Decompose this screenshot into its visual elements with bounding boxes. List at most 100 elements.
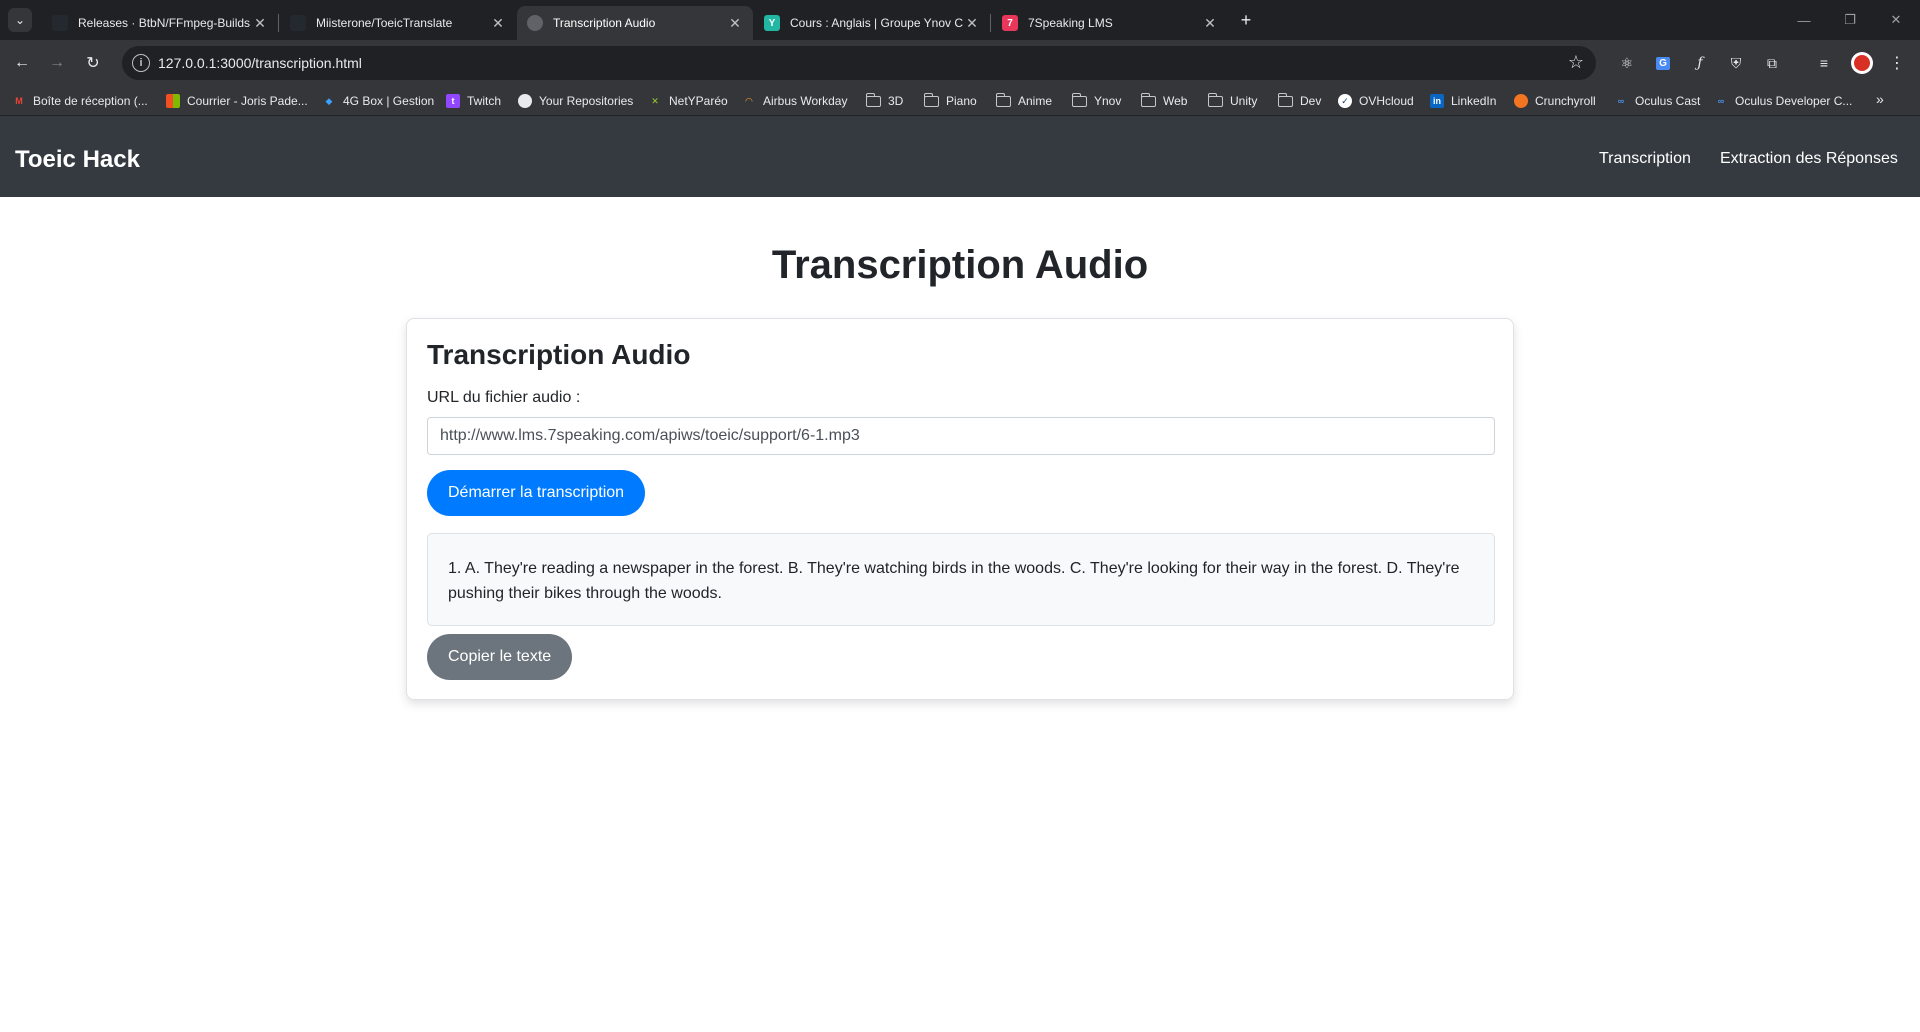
restore-icon[interactable]: ❐	[1836, 8, 1864, 32]
site-brand[interactable]: Toeic Hack	[15, 146, 140, 174]
media-queue-icon[interactable]: ≡	[1813, 52, 1835, 74]
bookmark-oculus-developer[interactable]: ∞ Oculus Developer C...	[1714, 92, 1853, 110]
bookmark-folder-ynov[interactable]: Ynov	[1071, 92, 1121, 110]
globe-icon	[527, 15, 543, 31]
bookmark-label: Piano	[946, 94, 977, 108]
tab-toeictranslate[interactable]: Miisterone/ToeicTranslate ✕	[280, 6, 516, 40]
github-icon	[518, 94, 532, 108]
folder-icon	[1207, 92, 1223, 107]
new-tab-button[interactable]: +	[1234, 8, 1258, 32]
bookmark-netypareo[interactable]: ✕ NetYParéo	[648, 92, 728, 110]
folder-icon	[995, 92, 1011, 107]
bookmark-label: Dev	[1300, 94, 1322, 108]
bookmark-oculus-cast[interactable]: ∞ Oculus Cast	[1614, 92, 1701, 110]
bookmark-folder-anime[interactable]: Anime	[995, 92, 1052, 110]
7speaking-icon: 7	[1002, 15, 1018, 31]
meta-icon: ∞	[1717, 96, 1725, 106]
bookmark-label: LinkedIn	[1451, 94, 1497, 108]
tab-7speaking[interactable]: 7 7Speaking LMS ✕	[992, 6, 1228, 40]
formula-icon[interactable]: ƒ	[1689, 52, 1711, 74]
nav-link-extraction-reponses[interactable]: Extraction des Réponses	[1720, 150, 1898, 168]
browser-tabstrip: ⌄ Releases · BtbN/FFmpeg-Builds ✕ Miiste…	[0, 0, 1920, 40]
bookmark-star-icon[interactable]: ☆	[1568, 52, 1584, 73]
audio-url-label: URL du fichier audio :	[427, 389, 581, 406]
bookmark-folder-unity[interactable]: Unity	[1207, 92, 1258, 110]
bookmark-label: Airbus Workday	[763, 94, 848, 108]
folder-icon	[865, 92, 881, 107]
address-bar[interactable]: i 127.0.0.1:3000/transcription.html ☆	[122, 46, 1596, 80]
bookmark-folder-piano[interactable]: Piano	[923, 92, 977, 110]
bookmark-twitch[interactable]: t Twitch	[446, 92, 501, 110]
reload-icon[interactable]: ↻	[80, 50, 106, 76]
bookmark-outlook[interactable]: Courrier - Joris Pade...	[166, 92, 308, 110]
bookmark-linkedin[interactable]: in LinkedIn	[1430, 92, 1496, 110]
back-icon[interactable]: ←	[9, 50, 35, 76]
bookmark-label: NetYParéo	[669, 94, 728, 108]
bookmark-label: Boîte de réception (...	[33, 94, 148, 108]
tab-cours-anglais[interactable]: Y Cours : Anglais | Groupe Ynov C ✕	[754, 6, 990, 40]
tab-close-icon[interactable]: ✕	[1202, 15, 1218, 32]
bookmark-crunchyroll[interactable]: Crunchyroll	[1514, 92, 1596, 110]
bookmark-label: Unity	[1230, 94, 1258, 108]
tab-separator	[990, 14, 991, 32]
workday-icon: ◠	[745, 95, 753, 106]
minimize-icon[interactable]: —	[1790, 8, 1818, 32]
tab-ffmpeg-builds[interactable]: Releases · BtbN/FFmpeg-Builds ✕	[42, 6, 278, 40]
tab-title: Miisterone/ToeicTranslate	[316, 16, 453, 30]
tab-title: Transcription Audio	[553, 16, 656, 30]
extensions-puzzle-icon[interactable]: ⧉	[1761, 52, 1783, 74]
shield-icon[interactable]: ⛨	[1725, 52, 1747, 74]
bookmarks-bar: M Boîte de réception (... Courrier - Jor…	[0, 86, 1920, 116]
tab-title: 7Speaking LMS	[1028, 16, 1113, 30]
bookmark-label: Your Repositories	[539, 94, 634, 108]
bookmark-gmail[interactable]: M Boîte de réception (...	[12, 92, 148, 110]
copy-text-button[interactable]: Copier le texte	[427, 634, 573, 680]
forward-icon[interactable]: →	[44, 50, 70, 76]
nav-link-transcription[interactable]: Transcription	[1599, 150, 1691, 168]
gmail-icon: M	[15, 96, 23, 106]
bookmark-label: Oculus Cast	[1635, 94, 1701, 108]
bookmark-label: Oculus Developer C...	[1735, 94, 1853, 108]
twitch-icon: t	[446, 94, 460, 108]
bookmark-label: Web	[1163, 94, 1188, 108]
bookmark-label: Courrier - Joris Pade...	[187, 94, 308, 108]
bookmark-airbus-workday[interactable]: ◠ Airbus Workday	[742, 92, 848, 110]
bookmarks-overflow-icon[interactable]: »	[1876, 91, 1884, 107]
github-icon	[52, 15, 68, 31]
tab-close-icon[interactable]: ✕	[252, 15, 268, 32]
profile-avatar[interactable]	[1851, 52, 1873, 74]
translate-icon[interactable]: G	[1652, 52, 1674, 74]
address-url[interactable]: 127.0.0.1:3000/transcription.html	[158, 55, 362, 71]
tab-search-button[interactable]: ⌄	[8, 8, 32, 32]
tab-title: Cours : Anglais | Groupe Ynov C	[790, 16, 963, 30]
bookmark-repositories[interactable]: Your Repositories	[518, 92, 633, 110]
start-transcription-button[interactable]: Démarrer la transcription	[427, 470, 646, 516]
react-devtools-icon[interactable]: ⚛	[1616, 52, 1638, 74]
linkedin-icon: in	[1430, 94, 1444, 108]
bookmark-folder-web[interactable]: Web	[1140, 92, 1188, 110]
netypareo-icon: ✕	[651, 95, 659, 106]
tab-transcription-audio[interactable]: Transcription Audio ✕	[517, 6, 753, 40]
bookmark-label: Crunchyroll	[1535, 94, 1596, 108]
bookmark-label: 3D	[888, 94, 904, 108]
bookmark-ovhcloud[interactable]: ✓ OVHcloud	[1338, 92, 1414, 110]
bookmark-label: Twitch	[467, 94, 502, 108]
tab-close-icon[interactable]: ✕	[727, 15, 743, 32]
crunchyroll-icon	[1514, 94, 1528, 108]
window-close-icon[interactable]: ✕	[1882, 8, 1910, 32]
audio-url-input[interactable]	[427, 417, 1495, 455]
tab-close-icon[interactable]: ✕	[490, 15, 506, 32]
card-title: Transcription Audio	[427, 339, 691, 370]
folder-icon	[1140, 92, 1156, 107]
more-menu-icon[interactable]: ⋮	[1887, 51, 1907, 75]
folder-icon	[923, 92, 939, 107]
folder-icon	[1277, 92, 1293, 107]
ovhcloud-icon: ✓	[1338, 94, 1352, 108]
bookmark-folder-dev[interactable]: Dev	[1277, 92, 1322, 110]
bookmark-folder-3d[interactable]: 3D	[865, 92, 904, 110]
tab-close-icon[interactable]: ✕	[964, 15, 980, 32]
transcription-card: Transcription Audio URL du fichier audio…	[406, 318, 1514, 700]
github-icon	[290, 15, 306, 31]
bookmark-4g-box[interactable]: ◆ 4G Box | Gestion	[322, 92, 435, 110]
site-info-icon[interactable]: i	[132, 54, 150, 72]
